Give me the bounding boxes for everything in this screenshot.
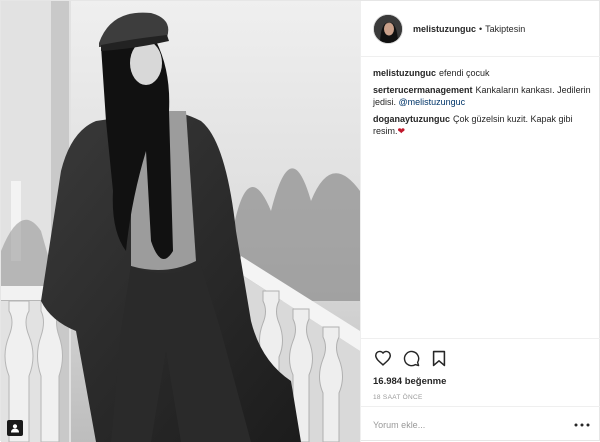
post-timestamp: 18 SAAT ÖNCE — [373, 394, 423, 401]
action-icons-row — [373, 347, 590, 369]
comment-username[interactable]: doganaytuzunguc — [373, 114, 450, 124]
likes-count[interactable]: 16.984 beğenme — [373, 376, 590, 387]
comment-text: efendi çocuk — [439, 68, 490, 78]
comments-list: melistuzunguc efendi çocuk serterucermana… — [373, 67, 597, 142]
comment-item: doganaytuzunguc Çok güzelsin kuzit. Kapak… — [373, 113, 597, 137]
bookmark-icon[interactable] — [429, 348, 449, 368]
user-tag-icon[interactable] — [7, 420, 23, 436]
comment-mention[interactable]: @melistuzunguc — [399, 97, 466, 107]
comment-item: serterucermanagement Kankaların kankası. … — [373, 84, 597, 108]
post-side-panel: melistuzunguc • Takiptesin melistuzunguc… — [360, 1, 600, 442]
follow-status[interactable]: Takiptesin — [485, 24, 525, 34]
post-actions: 16.984 beğenme 18 SAAT ÖNCE — [361, 338, 600, 401]
instagram-post: melistuzunguc • Takiptesin melistuzunguc… — [0, 0, 600, 442]
comment-username[interactable]: melistuzunguc — [373, 68, 436, 78]
heart-emoji-icon: ❤ — [397, 126, 406, 136]
avatar[interactable] — [373, 13, 403, 44]
post-photo[interactable] — [1, 1, 360, 442]
speech-bubble-icon[interactable] — [401, 348, 421, 368]
comment-username[interactable]: serterucermanagement — [373, 85, 473, 95]
heart-icon[interactable] — [373, 348, 393, 368]
comment-item: melistuzunguc efendi çocuk — [373, 67, 597, 79]
ellipsis-icon[interactable] — [574, 423, 590, 427]
separator-dot: • — [479, 23, 483, 34]
header-text: melistuzunguc • Takiptesin — [413, 24, 525, 34]
comment-box — [361, 406, 600, 442]
author-username[interactable]: melistuzunguc — [413, 24, 476, 34]
post-header: melistuzunguc • Takiptesin — [361, 1, 600, 57]
comment-input[interactable] — [373, 419, 563, 430]
photo-illustration — [1, 1, 360, 442]
